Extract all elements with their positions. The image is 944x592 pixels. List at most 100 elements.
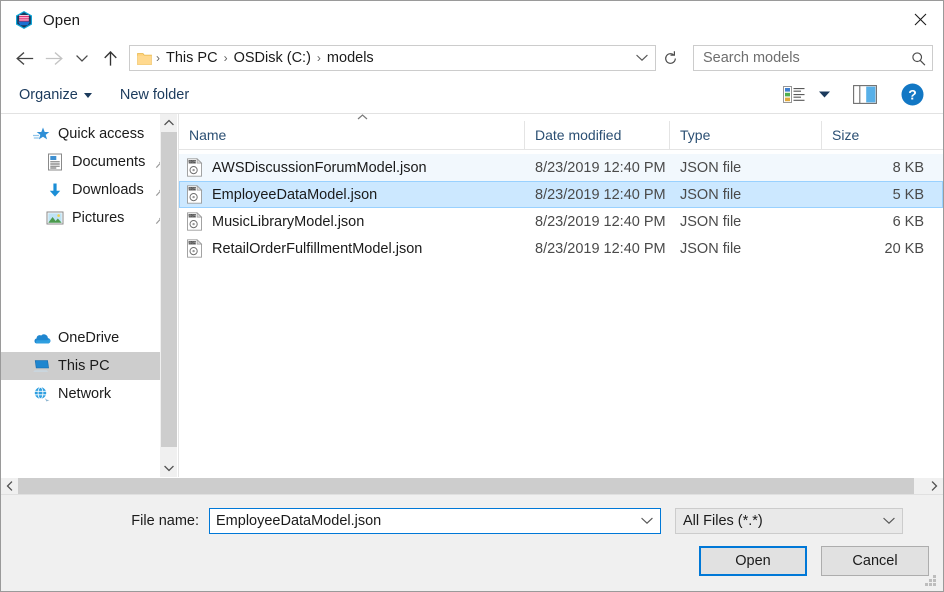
file-name-input[interactable]: EmployeeDataModel.json [209,508,661,534]
file-date-cell: 8/23/2019 12:40 PM [525,241,670,257]
file-name-text: RetailOrderFulfillmentModel.json [212,241,422,257]
sidebar-item-this-pc[interactable]: This PC [1,352,177,380]
sidebar-item-label: OneDrive [58,330,169,346]
navigation-pane-list: Quick access Documents [1,114,177,408]
breadcrumb-item-models[interactable]: models [322,50,379,66]
sidebar-item-label: Downloads [72,182,153,198]
sidebar-item-label: Pictures [72,210,153,226]
search-input[interactable]: Search models [693,45,933,71]
sidebar-item-downloads[interactable]: Downloads [1,176,177,204]
file-size-cell: 8 KB [822,160,942,176]
table-row[interactable]: JSON RetailOrderFulfillmentModel.json 8/… [179,235,943,262]
onedrive-cloud-icon [31,329,51,347]
open-button[interactable]: Open [699,546,807,576]
downloads-arrow-icon [45,181,65,199]
file-date-cell: 8/23/2019 12:40 PM [525,214,670,230]
preview-pane-icon[interactable] [845,81,885,109]
scrollbar-thumb[interactable] [161,132,177,447]
table-row[interactable]: JSON EmployeeDataModel.json 8/23/2019 12… [179,181,943,208]
folder-icon [136,51,153,66]
address-dropdown-chevron-icon[interactable] [631,46,653,70]
file-type-cell: JSON file [670,187,822,203]
this-pc-monitor-icon [31,357,51,375]
cancel-button[interactable]: Cancel [821,546,929,576]
network-globe-icon [31,385,51,403]
file-name-cell: JSON AWSDiscussionForumModel.json [180,158,525,178]
navigation-pane-scrollbar[interactable] [160,114,177,477]
json-file-icon: JSON [186,239,204,259]
file-name-text: MusicLibraryModel.json [212,214,364,230]
sidebar-item-label: Documents [72,154,153,170]
refresh-icon[interactable] [657,45,683,71]
file-name-cell: JSON MusicLibraryModel.json [180,212,525,232]
resize-grip-icon[interactable] [924,573,938,587]
sidebar-item-onedrive[interactable]: OneDrive [1,324,177,352]
search-icon [908,51,928,66]
organize-button[interactable]: Organize [19,87,92,103]
file-size-cell: 20 KB [822,241,942,257]
file-name-cell: JSON EmployeeDataModel.json [180,185,525,205]
scroll-right-arrow-icon[interactable] [926,478,943,495]
horizontal-scrollbar[interactable] [1,477,943,494]
help-icon[interactable]: ? [895,81,929,109]
column-header-type[interactable]: Type [669,121,821,149]
svg-text:?: ? [908,87,917,103]
table-row[interactable]: JSON MusicLibraryModel.json 8/23/2019 12… [179,208,943,235]
scroll-left-arrow-icon[interactable] [1,478,18,495]
command-bar: Organize New folder [1,77,943,113]
view-layout-chevron-down-icon[interactable] [811,81,837,109]
sidebar-item-documents[interactable]: Documents [1,148,177,176]
breadcrumb-item-this-pc[interactable]: This PC [161,50,223,66]
file-date-cell: 8/23/2019 12:40 PM [525,187,670,203]
file-type-cell: JSON file [670,241,822,257]
breadcrumb-item-osdisk[interactable]: OSDisk (C:) [229,50,316,66]
column-header-date-modified[interactable]: Date modified [524,121,669,149]
sidebar-item-label: Network [58,386,169,402]
file-type-cell: JSON file [670,214,822,230]
column-header-name[interactable]: Name [179,121,524,149]
recent-locations-chevron-icon[interactable] [69,43,95,73]
file-name-chevron-down-icon[interactable] [636,517,658,525]
quick-access-star-icon [31,125,51,143]
sort-ascending-icon [357,113,368,122]
organize-label: Organize [19,87,78,103]
dialog-button-row: Open Cancel [1,534,943,576]
sidebar-item-pictures[interactable]: Pictures [1,204,177,232]
chevron-down-icon [84,93,92,98]
horizontal-scrollbar-thumb[interactable] [18,478,914,495]
file-name-text: AWSDiscussionForumModel.json [212,160,427,176]
navigation-pane: Quick access Documents [1,114,178,477]
back-arrow-icon[interactable] [9,43,39,73]
file-date-cell: 8/23/2019 12:40 PM [525,160,670,176]
table-row[interactable]: JSON AWSDiscussionForumModel.json 8/23/2… [179,154,943,181]
column-header-size[interactable]: Size [821,121,943,149]
file-list-pane: Name Date modified Type Size JSON [178,114,943,477]
navigation-row: › This PC › OSDisk (C:) › models Search … [1,39,943,77]
file-name-cell: JSON RetailOrderFulfillmentModel.json [180,239,525,259]
file-name-input-value: EmployeeDataModel.json [216,513,636,529]
scroll-down-arrow-icon[interactable] [161,460,177,477]
file-type-filter-select[interactable]: All Files (*.*) [675,508,903,534]
file-name-label: File name: [1,513,209,529]
file-name-row: File name: EmployeeDataModel.json All Fi… [1,495,943,534]
file-type-cell: JSON file [670,160,822,176]
navigation-pane-gap [1,232,177,324]
new-folder-label: New folder [120,87,189,103]
close-icon[interactable] [897,1,943,37]
up-arrow-icon[interactable] [95,43,125,73]
scroll-up-arrow-icon[interactable] [161,114,177,131]
json-file-icon: JSON [186,158,204,178]
svg-text:JSON: JSON [188,213,196,217]
sidebar-item-network[interactable]: Network [1,380,177,408]
svg-text:JSON: JSON [188,186,196,190]
sidebar-item-label: Quick access [58,126,169,142]
file-type-chevron-down-icon[interactable] [878,517,900,525]
new-folder-button[interactable]: New folder [120,87,189,103]
pictures-icon [45,209,65,227]
address-bar[interactable]: › This PC › OSDisk (C:) › models [129,45,656,71]
horizontal-scrollbar-track[interactable] [18,478,926,495]
view-layout-icon[interactable] [777,81,811,109]
json-file-icon: JSON [186,185,204,205]
dialog-footer: File name: EmployeeDataModel.json All Fi… [1,494,943,591]
sidebar-item-quick-access[interactable]: Quick access [1,120,177,148]
